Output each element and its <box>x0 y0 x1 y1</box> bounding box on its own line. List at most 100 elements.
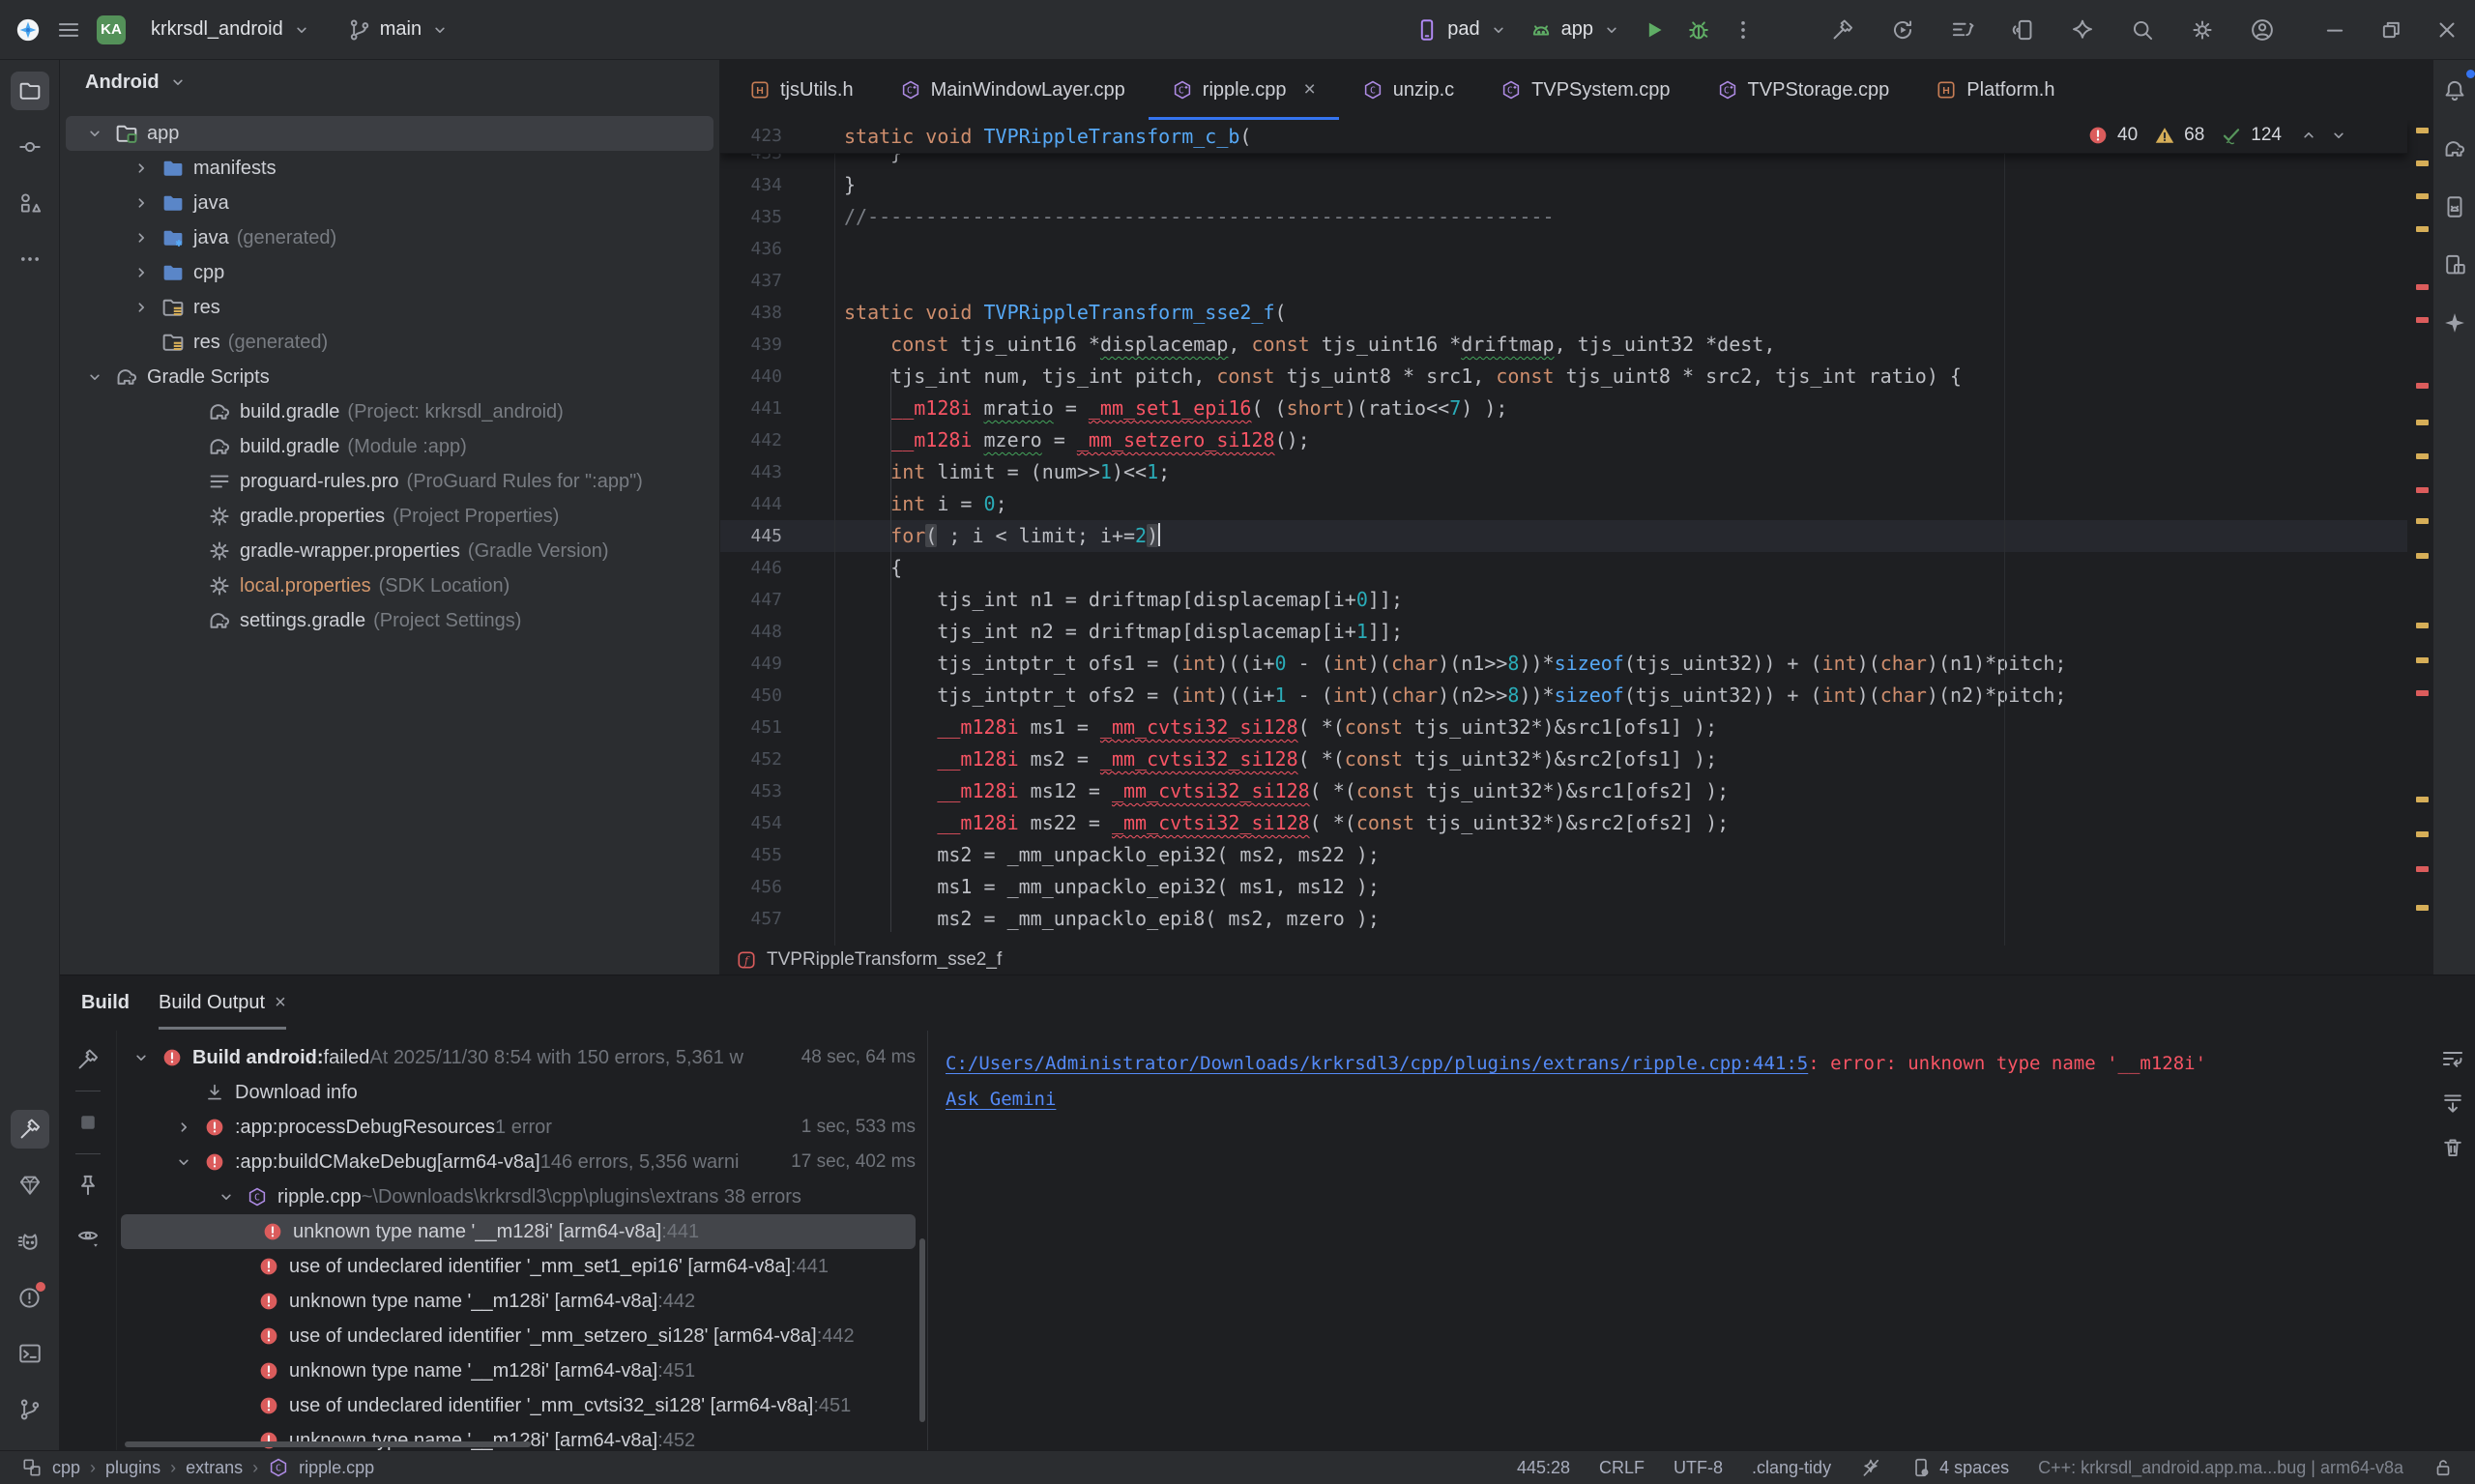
error-stripe-mark[interactable] <box>2416 553 2429 559</box>
search-everywhere-button[interactable] <box>2123 11 2162 49</box>
tool-window-gemini-panel[interactable] <box>2435 304 2474 342</box>
code-line-438[interactable]: 438static void TVPRippleTransform_sse2_f… <box>720 297 2407 329</box>
tool-window-problems[interactable] <box>11 1278 49 1317</box>
code-line-448[interactable]: 448 tjs_int n2 = driftmap[displacemap[i+… <box>720 616 2407 648</box>
chevron-right-icon[interactable] <box>131 192 152 214</box>
status-resolve-context[interactable]: C++: krkrsdl_android.app.ma...bug | arm6… <box>2038 1458 2403 1478</box>
device-streaming-button[interactable] <box>2003 11 2042 49</box>
build-tree-row[interactable]: :app:buildCMakeDebug[arm64-v8a] 146 erro… <box>117 1145 916 1179</box>
build-tree-row[interactable]: unknown type name '__m128i' [arm64-v8a] … <box>117 1353 916 1388</box>
code-line-439[interactable]: 439 const tjs_uint16 *displacemap, const… <box>720 329 2407 361</box>
error-stripe[interactable] <box>2411 120 2432 946</box>
gemini-button[interactable] <box>2063 11 2102 49</box>
code-line-455[interactable]: 455 ms2 = _mm_unpacklo_epi32( ms2, ms22 … <box>720 839 2407 871</box>
scroll-to-end-button[interactable] <box>2436 1087 2469 1120</box>
error-stripe-mark[interactable] <box>2416 226 2429 232</box>
tree-item-res[interactable]: res <box>66 290 713 325</box>
code-line-456[interactable]: 456 ms1 = _mm_unpacklo_epi32( ms1, ms12 … <box>720 871 2407 903</box>
tree-item-gradle-scripts[interactable]: Gradle Scripts <box>66 360 713 394</box>
build-tree-row[interactable]: use of undeclared identifier '_mm_set1_e… <box>117 1249 916 1284</box>
tree-item-java[interactable]: java <box>66 186 713 220</box>
error-stripe-mark[interactable] <box>2416 383 2429 389</box>
tool-window-project[interactable] <box>11 72 49 110</box>
code-line-442[interactable]: 442 __m128i mzero = _mm_setzero_si128(); <box>720 424 2407 456</box>
debug-button[interactable] <box>1676 11 1721 49</box>
editor-tab-ripple-cpp[interactable]: Cripple.cpp× <box>1149 60 1339 120</box>
run-button[interactable] <box>1632 11 1676 49</box>
tree-item-app[interactable]: app <box>66 116 713 151</box>
editor-tab-unzip-c[interactable]: Cunzip.c <box>1339 60 1477 120</box>
tool-window-logcat[interactable] <box>11 1222 49 1261</box>
status-item[interactable]: cpp <box>52 1458 80 1478</box>
chevron-down-icon[interactable] <box>173 1151 194 1173</box>
error-stripe-mark[interactable] <box>2416 690 2429 696</box>
branch-selector[interactable]: main <box>337 11 460 49</box>
error-stripe-mark[interactable] <box>2416 905 2429 911</box>
code-line-449[interactable]: 449 tjs_intptr_t ofs1 = (int)((i+0 - (in… <box>720 648 2407 680</box>
status-ai-assistant-off[interactable] <box>1860 1457 1881 1478</box>
scrollbar-thumb-horizontal[interactable] <box>125 1441 531 1447</box>
code-line-454[interactable]: 454 __m128i ms22 = _mm_cvtsi32_si128( *(… <box>720 807 2407 839</box>
profiler-button[interactable] <box>1943 11 1982 49</box>
error-stripe-mark[interactable] <box>2416 657 2429 663</box>
code-line-453[interactable]: 453 __m128i ms12 = _mm_cvtsi32_si128( *(… <box>720 775 2407 807</box>
error-stripe-mark[interactable] <box>2416 797 2429 802</box>
tree-item-proguard-rules-pro[interactable]: proguard-rules.pro(ProGuard Rules for ":… <box>66 464 713 499</box>
tool-window-running-devices[interactable] <box>2435 246 2474 284</box>
chevron-right-icon[interactable] <box>131 227 152 248</box>
tree-item-settings-gradle[interactable]: settings.gradle(Project Settings) <box>66 603 713 638</box>
stop-build-button[interactable] <box>69 1103 107 1142</box>
chevron-right-icon[interactable] <box>131 297 152 318</box>
error-stripe-mark[interactable] <box>2416 453 2429 459</box>
status-encoding[interactable]: UTF-8 <box>1674 1458 1723 1478</box>
code-line-450[interactable]: 450 tjs_intptr_t ofs2 = (int)((i+1 - (in… <box>720 680 2407 712</box>
status-module[interactable] <box>21 1457 43 1478</box>
status-line-separator[interactable]: CRLF <box>1599 1458 1645 1478</box>
build-tree-row[interactable]: use of undeclared identifier '_mm_cvtsi3… <box>117 1388 916 1423</box>
status-indent[interactable]: 4 spaces <box>1910 1457 2009 1478</box>
error-file-link[interactable]: C:/Users/Administrator/Downloads/krkrsdl… <box>946 1053 1808 1074</box>
code-line-457[interactable]: 457 ms2 = _mm_unpacklo_epi8( ms2, mzero … <box>720 903 2407 935</box>
error-stripe-mark[interactable] <box>2416 128 2429 133</box>
tree-item-gradle-properties[interactable]: gradle.properties(Project Properties) <box>66 499 713 534</box>
code-line-441[interactable]: 441 __m128i mratio = _mm_set1_epi16( (sh… <box>720 393 2407 424</box>
tool-window-version-control[interactable] <box>11 1390 49 1429</box>
error-stripe-mark[interactable] <box>2416 420 2429 425</box>
chevron-down-icon[interactable] <box>131 1047 152 1068</box>
ask-gemini-link[interactable]: Ask Gemini <box>946 1089 1056 1110</box>
chevron-right-icon[interactable] <box>173 1117 194 1138</box>
tree-item-build-gradle[interactable]: build.gradle(Project: krkrsdl_android) <box>66 394 713 429</box>
chevron-down-icon[interactable] <box>216 1186 237 1208</box>
editor-tab-tvpstorage-cpp[interactable]: CTVPStorage.cpp <box>1694 60 1913 120</box>
status-item[interactable]: ripple.cpp <box>299 1458 374 1478</box>
build-tree-row[interactable]: Download info <box>117 1075 916 1110</box>
tree-item-manifests[interactable]: manifests <box>66 151 713 186</box>
build-output-tab[interactable]: Build Output× <box>159 975 286 1030</box>
status-caret-position[interactable]: 445:28 <box>1517 1458 1570 1478</box>
error-stripe-mark[interactable] <box>2416 487 2429 493</box>
tree-item-local-properties[interactable]: local.properties(SDK Location) <box>66 568 713 603</box>
chevron-right-icon[interactable] <box>131 262 152 283</box>
chevron-down-icon[interactable] <box>84 123 105 144</box>
next-problem-icon[interactable] <box>2328 125 2349 146</box>
build-tree-row[interactable]: unknown type name '__m128i' [arm64-v8a] … <box>121 1214 916 1249</box>
soft-wrap-button[interactable] <box>2436 1042 2469 1075</box>
tree-item-build-gradle[interactable]: build.gradle(Module :app) <box>66 429 713 464</box>
build-tree-row[interactable]: Build android: failed At 2025/11/30 8:54… <box>117 1040 916 1075</box>
tree-item-gradle-wrapper-properties[interactable]: gradle-wrapper.properties(Gradle Version… <box>66 534 713 568</box>
tool-window-device-manager[interactable] <box>2435 188 2474 226</box>
error-stripe-mark[interactable] <box>2416 193 2429 199</box>
code-line-436[interactable]: 436 <box>720 233 2407 265</box>
clear-all-button[interactable] <box>2436 1131 2469 1164</box>
tool-window-terminal[interactable] <box>11 1334 49 1373</box>
code-line-443[interactable]: 443 int limit = (num>>1)<<1; <box>720 456 2407 488</box>
error-stripe-mark[interactable] <box>2416 623 2429 628</box>
build-tree-row[interactable]: Cripple.cpp ~\Downloads\krkrsdl3\cpp\plu… <box>117 1179 916 1214</box>
editor-tab-mainwindowlayer-cpp[interactable]: CMainWindowLayer.cpp <box>877 60 1149 120</box>
error-stripe-mark[interactable] <box>2416 866 2429 872</box>
code-line-451[interactable]: 451 __m128i ms1 = _mm_cvtsi32_si128( *(c… <box>720 712 2407 743</box>
close-button[interactable] <box>2419 0 2475 60</box>
inspections-widget[interactable]: 4068124 <box>2087 125 2349 146</box>
code-line-434[interactable]: 434} <box>720 169 2407 201</box>
tool-window-commit[interactable] <box>11 128 49 166</box>
